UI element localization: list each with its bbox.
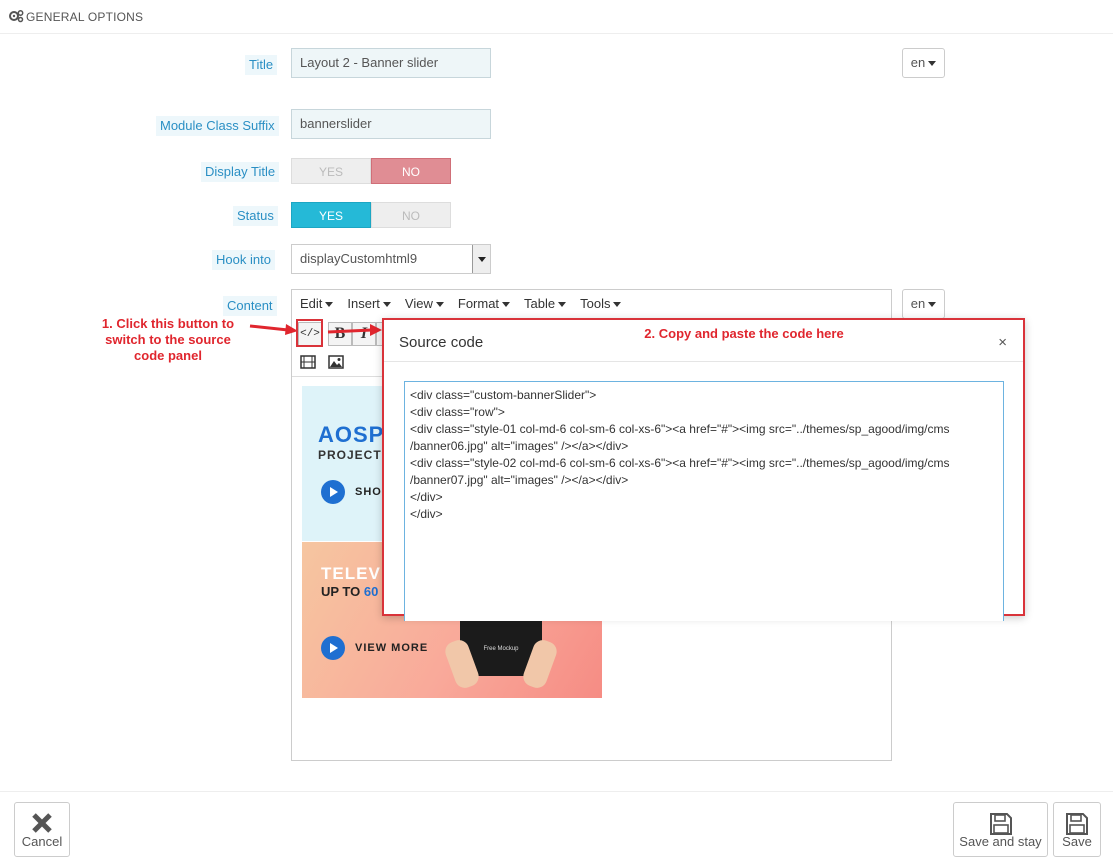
menu-tools[interactable]: Tools <box>580 290 622 318</box>
title-language-value: en <box>910 55 926 70</box>
menu-view-label: View <box>404 296 433 311</box>
status-yes[interactable]: YES <box>291 202 371 228</box>
panel-title: GENERAL OPTIONS <box>26 10 144 24</box>
status-label: Status <box>233 206 278 226</box>
cancel-label: Cancel <box>21 834 63 849</box>
title-input[interactable]: Layout 2 - Banner slider <box>291 48 491 78</box>
menu-table[interactable]: Table <box>524 290 567 318</box>
hook-into-label: Hook into <box>212 250 275 270</box>
source-code-button-highlight <box>296 319 323 347</box>
source-code-dialog: Source code × <div class="custom-bannerS… <box>382 318 1025 621</box>
play-icon <box>321 480 345 504</box>
close-icon[interactable]: × <box>998 334 1007 351</box>
display-title-label: Display Title <box>201 162 280 182</box>
title-language-button[interactable]: en <box>902 48 945 78</box>
save-button[interactable]: Save <box>1053 802 1101 857</box>
save-label: Save <box>1062 834 1092 849</box>
chevron-down-icon <box>928 61 937 67</box>
cancel-button[interactable]: Cancel <box>14 802 70 857</box>
hook-into-select[interactable]: displayCustomhtml9 <box>291 244 491 274</box>
source-code-textarea[interactable]: <div class="custom-bannerSlider"> <div c… <box>404 381 1004 621</box>
status-no[interactable]: NO <box>371 202 451 228</box>
banner2-title: TELEV <box>321 564 381 583</box>
chevron-down-icon <box>613 302 622 308</box>
menu-view[interactable]: View <box>405 290 444 318</box>
module-class-suffix-label: Module Class Suffix <box>156 116 279 136</box>
menu-insert-label: Insert <box>347 296 380 311</box>
content-language-button[interactable]: en <box>902 289 945 319</box>
arrow-right-icon <box>327 324 382 336</box>
footer-toolbar: Cancel Save and stay Save <box>0 791 1113 862</box>
save-icon <box>1066 813 1088 835</box>
gears-icon <box>9 10 24 23</box>
menu-tools-label: Tools <box>580 296 611 311</box>
status-switch[interactable]: YES NO <box>291 202 451 228</box>
dialog-title: Source code <box>399 334 484 351</box>
display-title-no[interactable]: NO <box>371 158 451 184</box>
save-and-stay-button[interactable]: Save and stay <box>953 802 1048 857</box>
chevron-down-icon <box>502 302 511 308</box>
banner1-cta: SHO <box>355 486 382 498</box>
chevron-down-icon <box>435 302 444 308</box>
content-language-value: en <box>910 296 926 311</box>
film-icon <box>300 355 316 369</box>
save-and-stay-label: Save and stay <box>959 834 1042 849</box>
title-label: Title <box>245 55 278 75</box>
banner2-cta: VIEW MORE <box>355 642 429 654</box>
image-icon <box>328 355 344 369</box>
chevron-down-icon <box>558 302 567 308</box>
chevron-down-icon <box>325 302 334 308</box>
close-icon <box>32 813 52 833</box>
menu-edit[interactable]: Edit <box>300 290 334 318</box>
arrow-right-icon <box>249 324 298 335</box>
menu-format-label: Format <box>457 296 500 311</box>
menu-edit-label: Edit <box>300 296 323 311</box>
display-title-yes[interactable]: YES <box>291 158 371 184</box>
editor-menubar: Edit Insert View Format Table Tools <box>292 290 891 318</box>
content-label: Content <box>223 296 277 316</box>
insert-image-button[interactable] <box>324 350 348 374</box>
banner2-subtitle-highlight: 60 <box>363 584 379 599</box>
play-icon <box>321 636 345 660</box>
banner2-subtitle: UP TO 60 <box>321 584 378 599</box>
select-arrow-icon <box>472 245 490 273</box>
banner1-title: AOSP <box>318 422 385 447</box>
annotation-step-1: 1. Click this button to switch to the so… <box>101 316 235 363</box>
menu-insert[interactable]: Insert <box>347 290 391 318</box>
banner2-subtitle-prefix: UP TO <box>321 584 364 599</box>
save-icon <box>989 813 1012 835</box>
hook-into-value: displayCustomhtml9 <box>300 251 418 266</box>
menu-table-label: Table <box>524 296 556 311</box>
tablet-label: Free Mockup <box>483 646 519 652</box>
chevron-down-icon <box>928 302 937 308</box>
dialog-divider <box>384 361 1023 362</box>
banner1-subtitle: PROJECT <box>318 448 382 462</box>
insert-video-button[interactable] <box>296 350 320 374</box>
menu-format[interactable]: Format <box>457 290 511 318</box>
module-class-suffix-input[interactable]: bannerslider <box>291 109 491 139</box>
panel-header: GENERAL OPTIONS <box>0 0 1113 34</box>
display-title-switch[interactable]: YES NO <box>291 158 451 184</box>
annotation-step-2: 2. Copy and paste the code here <box>644 326 844 341</box>
chevron-down-icon <box>382 302 391 308</box>
